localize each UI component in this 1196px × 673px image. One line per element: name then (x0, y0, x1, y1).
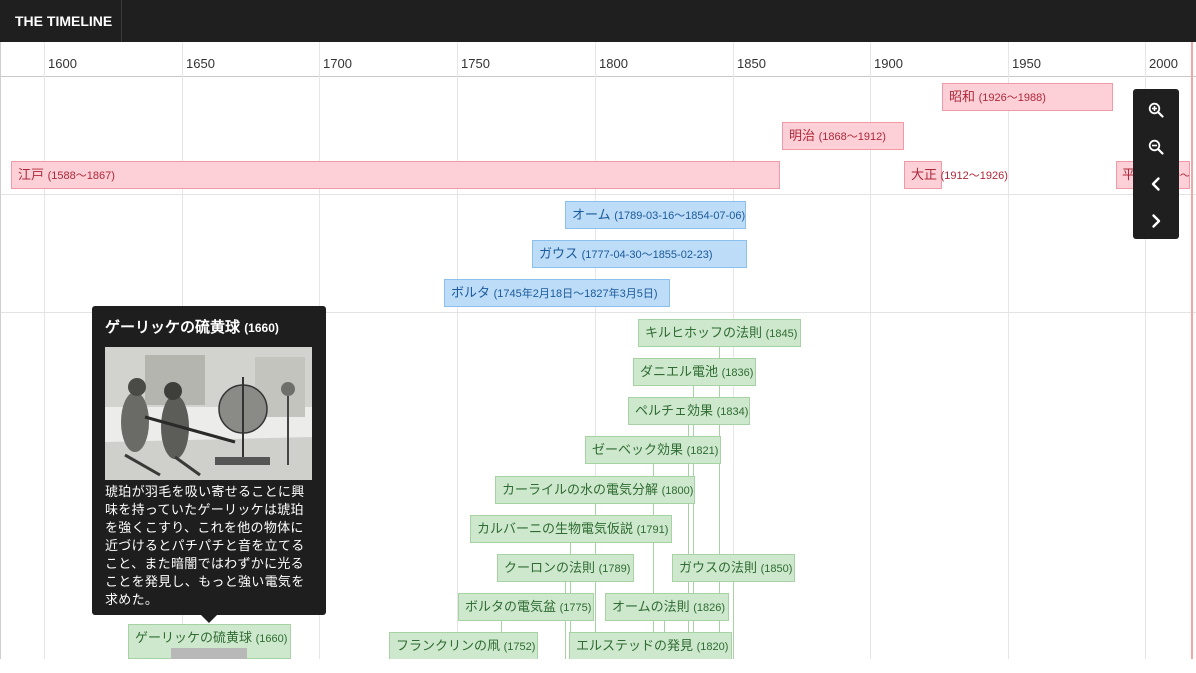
event-year: (1845) (765, 328, 798, 340)
axis-tick-label: 1650 (186, 56, 215, 71)
axis-tick-label: 1600 (48, 56, 77, 71)
era-item-taisho[interactable]: 大正 (1912〜1926) (904, 161, 1008, 189)
app-title[interactable]: THE TIMELINE (0, 0, 122, 42)
person-label: オーム (572, 207, 611, 222)
era-range: (1926〜1988) (978, 92, 1046, 104)
era-label: 昭和 (949, 89, 976, 104)
event-label: ゼーベック効果 (592, 442, 684, 457)
event-year: (1791) (636, 524, 669, 536)
axis-tick-label: 1900 (874, 56, 903, 71)
top-bar: THE TIMELINE (0, 0, 1196, 42)
event-item[interactable]: ボルタの電気盆 (1775) (458, 593, 594, 621)
axis-tick-label: 1850 (737, 56, 766, 71)
bottom-margin (0, 659, 1196, 673)
axis-tick-label: 1700 (323, 56, 352, 71)
zoom-out-button[interactable] (1133, 128, 1179, 165)
era-label: 明治 (789, 128, 816, 143)
person-label: ボルタ (451, 285, 491, 300)
event-label: カーライルの水の電気分解 (502, 482, 659, 497)
tooltip-title-text: ゲーリッケの硫黄球 (105, 319, 241, 336)
scroll-right-button[interactable] (1133, 202, 1179, 239)
person-range: (1777-04-30〜1855-02-23) (581, 249, 713, 261)
axis-tick-label: 1800 (599, 56, 628, 71)
grid-line (44, 42, 45, 659)
event-year: (1850) (760, 563, 793, 575)
person-range: (1745年2月18日〜1827年3月5日) (493, 288, 658, 300)
group-separator (1, 194, 1196, 195)
axis-tick-label: 1950 (1012, 56, 1041, 71)
zoom-in-button[interactable] (1133, 91, 1179, 128)
era-item-meiji[interactable]: 明治 (1868〜1912) (782, 122, 904, 150)
era-item-edo[interactable]: 江戸 (1588〜1867) (11, 161, 780, 189)
event-item[interactable]: オームの法則 (1826) (605, 593, 729, 621)
event-label: ボルタの電気盆 (465, 599, 557, 614)
guericke-engraving-image (105, 347, 312, 480)
grid-line (1008, 42, 1009, 659)
event-year: (1826) (693, 602, 726, 614)
zoom-out-icon (1148, 139, 1164, 155)
event-year: (1834) (716, 406, 749, 418)
person-item-ohm[interactable]: オーム (1789-03-16〜1854-07-06) (565, 201, 746, 229)
era-item-showa[interactable]: 昭和 (1926〜1988) (942, 83, 1113, 111)
grid-line (457, 42, 458, 659)
tooltip-arrow (201, 615, 217, 623)
event-item[interactable]: ゼーベック効果 (1821) (585, 436, 721, 464)
event-year: (1789) (598, 563, 631, 575)
timeline-controls (1133, 89, 1179, 239)
event-label: エルステッドの発見 (576, 638, 694, 653)
tooltip-title: ゲーリッケの硫黄球 (1660) (105, 316, 313, 337)
era-label: 大正 (911, 167, 938, 182)
event-year: (1800) (661, 485, 694, 497)
event-stem (733, 582, 734, 659)
person-item-volta[interactable]: ボルタ (1745年2月18日〜1827年3月5日) (444, 279, 670, 307)
tooltip-description: 琥珀が羽毛を吸い寄せることに興味を持っていたゲーリッケは琥珀を強くこすり、これを… (105, 484, 305, 607)
era-range: (1912〜1926) (940, 170, 1008, 182)
event-year: (1820) (696, 641, 729, 653)
event-item[interactable]: ダニエル電池 (1836) (633, 358, 756, 386)
event-label: ゲーリッケの硫黄球 (135, 630, 253, 645)
zoom-in-icon (1148, 102, 1164, 118)
event-item[interactable]: ペルチェ効果 (1834) (628, 397, 750, 425)
person-label: ガウス (539, 246, 579, 261)
current-time-line (1191, 42, 1193, 659)
event-item[interactable]: フランクリンの凧 (1752) (389, 632, 538, 659)
event-label: ダニエル電池 (640, 364, 719, 379)
event-label: フランクリンの凧 (396, 638, 501, 653)
scroll-left-button[interactable] (1133, 165, 1179, 202)
event-year: (1836) (721, 367, 754, 379)
event-label: ペルチェ効果 (635, 403, 714, 418)
event-label: ガウスの法則 (679, 560, 758, 575)
person-range: (1789-03-16〜1854-07-06) (614, 210, 746, 222)
event-year: (1660) (255, 633, 288, 645)
person-item-gauss[interactable]: ガウス (1777-04-30〜1855-02-23) (532, 240, 747, 268)
event-label: カルバーニの生物電気仮説 (477, 521, 634, 536)
event-year: (1752) (503, 641, 536, 653)
time-axis (1, 76, 1196, 77)
event-item[interactable]: キルヒホッフの法則 (1845) (638, 319, 801, 347)
event-label: オームの法則 (612, 599, 690, 614)
chevron-left-icon (1151, 176, 1160, 191)
chevron-right-icon (1152, 213, 1161, 228)
tooltip-year: (1660) (244, 321, 279, 335)
tooltip-illustration (105, 347, 312, 480)
event-item[interactable]: エルステッドの発見 (1820) (569, 632, 732, 659)
axis-tick-label: 1750 (461, 56, 490, 71)
era-range: (1588〜1867) (47, 170, 115, 182)
event-tooltip: ゲーリッケの硫黄球 (1660) 琥珀が羽毛を吸い寄せることに興味を持っていたゲ… (92, 306, 326, 615)
event-item[interactable]: カルバーニの生物電気仮説 (1791) (470, 515, 672, 543)
event-year: (1775) (559, 602, 592, 614)
event-label: キルヒホッフの法則 (645, 325, 763, 340)
axis-tick-label: 2000 (1149, 56, 1178, 71)
era-label: 江戸 (18, 167, 45, 182)
era-range: (1868〜1912) (818, 131, 886, 143)
event-item[interactable]: ガウスの法則 (1850) (672, 554, 795, 582)
event-label: クーロンの法則 (504, 560, 596, 575)
event-item[interactable]: カーライルの水の電気分解 (1800) (495, 476, 695, 504)
event-year: (1821) (686, 445, 719, 457)
event-item[interactable]: クーロンの法則 (1789) (497, 554, 634, 582)
